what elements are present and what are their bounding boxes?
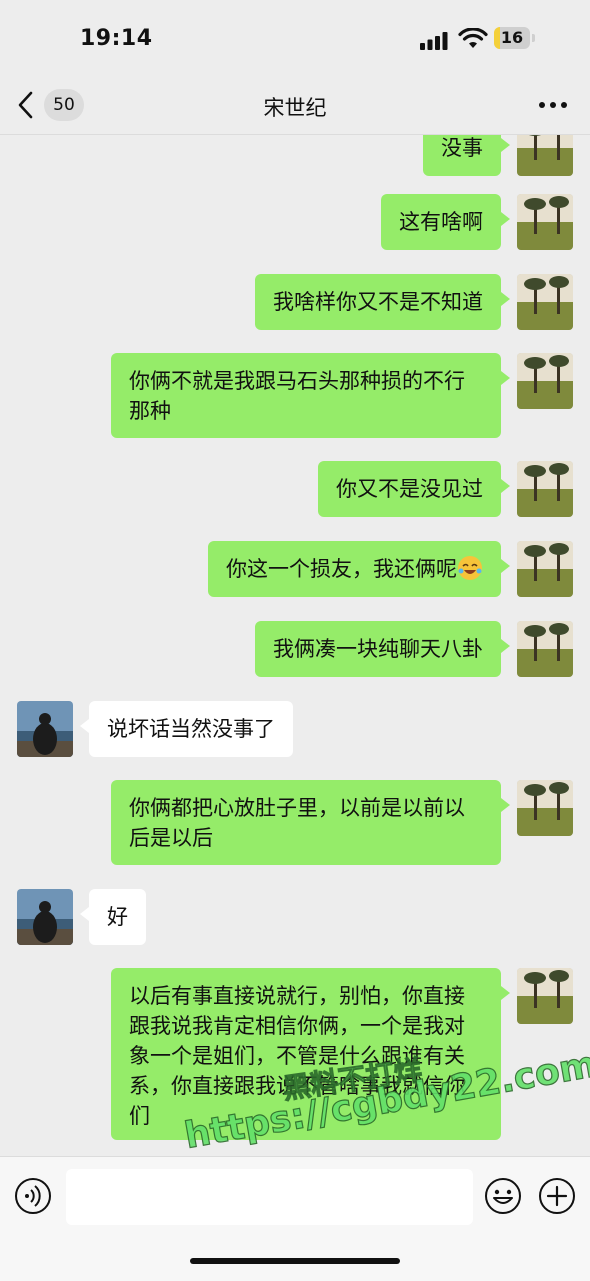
message-bubble[interactable]: 你这一个损友，我还俩呢 [208,541,510,597]
message-bubble[interactable]: 好 [80,889,146,945]
message-row: 没事 [0,135,590,190]
message-text: 你这一个损友，我还俩呢 [226,557,457,581]
message-row: 你这一个损友，我还俩呢 [0,541,590,601]
my-avatar[interactable] [517,780,573,836]
plus-icon[interactable] [538,1177,576,1215]
my-avatar[interactable] [517,541,573,597]
chat-title: 宋世纪 [263,96,327,120]
message-bubble[interactable]: 没事 [423,135,510,176]
laughing-emoji-icon [458,556,482,580]
message-row: 我俩凑一块纯聊天八卦 [0,621,590,681]
my-avatar[interactable] [517,194,573,250]
message-bubble[interactable]: 你俩不就是我跟马石头那种损的不行那种 [111,353,510,438]
battery-icon: 16 [494,27,536,51]
more-dots-icon[interactable] [538,98,568,112]
chat-header: 50 宋世纪 [0,80,590,135]
message-row: 好 [0,889,590,949]
my-avatar[interactable] [517,135,573,176]
voice-icon[interactable] [14,1177,52,1215]
battery-level: 16 [500,28,524,47]
message-list[interactable]: 没事 这有啥啊 我啥样你又不是不知道 你俩不就是我跟马石头那种损的不行那种 你又… [0,135,590,1156]
status-bar: 19:14 16 [0,0,590,80]
contact-avatar[interactable] [17,701,73,757]
my-avatar[interactable] [517,461,573,517]
message-bubble[interactable]: 你又不是没见过 [318,461,510,517]
message-bubble[interactable]: 说坏话当然没事了 [80,701,293,757]
home-indicator [190,1258,400,1264]
status-time: 19:14 [80,26,153,51]
message-row: 说坏话当然没事了 [0,701,590,761]
contact-avatar[interactable] [17,889,73,945]
message-row: 这有啥啊 [0,194,590,254]
message-row: 我啥样你又不是不知道 [0,274,590,334]
my-avatar[interactable] [517,621,573,677]
message-row: 你俩都把心放肚子里，以前是以前以后是以后 [0,780,590,870]
signal-icon [420,32,448,50]
my-avatar[interactable] [517,353,573,409]
emoji-icon[interactable] [484,1177,522,1215]
message-input[interactable] [66,1169,473,1225]
message-bubble[interactable]: 我啥样你又不是不知道 [255,274,510,330]
my-avatar[interactable] [517,274,573,330]
message-row: 你又不是没见过 [0,461,590,521]
message-row: 你俩不就是我跟马石头那种损的不行那种 [0,353,590,443]
message-bubble[interactable]: 我俩凑一块纯聊天八卦 [255,621,510,677]
message-bubble[interactable]: 这有啥啊 [381,194,510,250]
wifi-icon [458,28,488,48]
message-bubble[interactable]: 你俩都把心放肚子里，以前是以前以后是以后 [111,780,510,865]
my-avatar[interactable] [517,968,573,1024]
